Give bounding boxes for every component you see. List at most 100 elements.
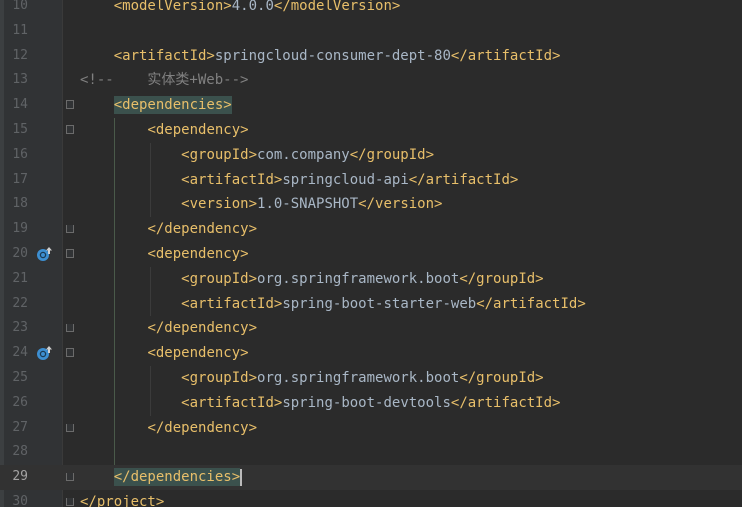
code-line[interactable]: 19 </dependency> — [0, 217, 742, 242]
xml-tag: </groupId> — [459, 370, 544, 386]
xml-tag: <dependency> — [147, 246, 249, 262]
xml-tag: </dependency> — [147, 419, 258, 436]
fold-end-marker-icon[interactable] — [66, 473, 74, 482]
fold-end-marker-icon[interactable] — [66, 423, 74, 432]
xml-tag: <artifactId> — [181, 295, 283, 312]
xml-text: org.springframework.boot — [257, 370, 460, 386]
xml-tag: </version> — [358, 196, 443, 213]
xml-text: springcloud-api — [282, 171, 409, 188]
fold-end-marker-icon[interactable] — [66, 225, 74, 234]
line-number: 14 — [12, 97, 28, 113]
xml-tag: <artifactId> — [181, 171, 283, 188]
matched-xml-tag: <dependencies> — [113, 96, 232, 115]
code-line[interactable]: 30 </project> — [0, 490, 742, 507]
override-up-arrow-icon[interactable] — [36, 246, 52, 262]
indentation — [80, 271, 181, 287]
code-line[interactable]: 25 <groupId>org.springframework.boot</gr… — [0, 366, 742, 391]
line-number: 15 — [12, 122, 28, 137]
text-caret — [240, 468, 243, 486]
fold-end-marker-icon[interactable] — [66, 498, 74, 506]
code-line[interactable]: 27 </dependency> — [0, 416, 742, 441]
line-number: 24 — [12, 345, 28, 361]
fold-end-marker-icon[interactable] — [66, 324, 74, 333]
matched-xml-tag: </dependencies> — [113, 468, 241, 487]
xml-tag: <groupId> — [181, 270, 258, 287]
code-line[interactable]: 14 <dependencies> — [0, 93, 742, 118]
line-number: 23 — [12, 320, 28, 336]
xml-tag: <dependency> — [147, 345, 249, 362]
code-line[interactable]: 28 — [0, 440, 742, 465]
xml-tag: </dependency> — [147, 320, 258, 337]
line-number: 19 — [12, 221, 28, 237]
code-text: <modelVersion>4.0.0</modelVersion> — [80, 0, 401, 19]
code-line[interactable]: 18 <version>1.0-SNAPSHOT</version> — [0, 192, 742, 217]
xml-tag: </artifactId> — [450, 394, 561, 411]
code-text: <dependency> — [80, 242, 249, 267]
line-number: 12 — [12, 47, 28, 63]
fold-collapse-marker-icon[interactable] — [66, 249, 74, 258]
line-number: 21 — [12, 270, 28, 286]
code-line[interactable]: 29 </dependencies> — [0, 465, 742, 490]
line-number: 25 — [12, 370, 28, 385]
indentation — [80, 296, 181, 312]
line-number: 29 — [12, 469, 28, 485]
code-text: <groupId>org.springframework.boot</group… — [80, 267, 544, 292]
code-line[interactable]: 20 <dependency> — [0, 242, 742, 267]
xml-tag: <artifactId> — [181, 394, 283, 411]
indentation — [80, 147, 181, 163]
xml-text: spring-boot-starter-web — [282, 295, 477, 312]
xml-tag: <groupId> — [181, 146, 258, 163]
code-line[interactable]: 21 <groupId>org.springframework.boot</gr… — [0, 267, 742, 292]
code-line[interactable]: 10 <modelVersion>4.0.0</modelVersion> — [0, 0, 742, 19]
fold-collapse-marker-icon[interactable] — [66, 100, 74, 110]
xml-tag: <dependency> — [147, 122, 249, 138]
xml-text: 4.0.0 — [231, 0, 274, 14]
code-text: </dependencies> — [80, 465, 243, 490]
override-up-arrow-icon[interactable] — [36, 345, 52, 361]
xml-tag: </groupId> — [459, 270, 544, 287]
code-line[interactable]: 17 <artifactId>springcloud-api</artifact… — [0, 168, 742, 193]
code-text: <artifactId>springcloud-api</artifactId> — [80, 168, 518, 193]
line-number: 11 — [12, 22, 28, 38]
code-text: <groupId>com.company</groupId> — [80, 143, 434, 168]
line-number: 22 — [12, 295, 28, 311]
code-line[interactable]: 24 <dependency> — [0, 341, 742, 366]
code-text: </dependency> — [80, 316, 257, 341]
line-number: 20 — [12, 246, 28, 261]
fold-collapse-marker-icon[interactable] — [66, 125, 74, 134]
code-line[interactable]: 16 <groupId>com.company</groupId> — [0, 143, 742, 168]
code-line[interactable]: 15 <dependency> — [0, 118, 742, 143]
line-number: 27 — [12, 419, 28, 435]
xml-text: com.company — [257, 146, 350, 163]
xml-tag: </artifactId> — [476, 295, 586, 312]
code-text: <!-- 实体类+Web--> — [80, 68, 248, 93]
code-text: </dependency> — [80, 416, 257, 441]
code-line[interactable]: 22 <artifactId>spring-boot-starter-web</… — [0, 292, 742, 317]
xml-text: spring-boot-devtools — [282, 394, 451, 411]
code-line[interactable]: 12 <artifactId>springcloud-consumer-dept… — [0, 44, 742, 69]
code-line[interactable]: 11 — [0, 19, 742, 44]
code-text: <dependencies> — [80, 93, 232, 118]
xml-text: 1.0-SNAPSHOT — [257, 196, 359, 213]
xml-tag: <modelVersion> — [113, 0, 232, 14]
indentation — [80, 320, 147, 336]
code-text: <version>1.0-SNAPSHOT</version> — [80, 192, 442, 217]
indentation — [80, 345, 147, 361]
xml-tag: </project> — [80, 494, 165, 507]
indentation — [80, 469, 114, 485]
indentation — [80, 246, 147, 262]
code-text: </project> — [80, 490, 164, 507]
code-line[interactable]: 13 <!-- 实体类+Web--> — [0, 68, 742, 93]
xml-tag: <version> — [181, 196, 258, 213]
code-line[interactable]: 26 <artifactId>spring-boot-devtools</art… — [0, 391, 742, 416]
line-number: 10 — [12, 0, 28, 13]
code-line[interactable]: 23 </dependency> — [0, 316, 742, 341]
xml-text: org.springframework.boot — [257, 270, 460, 287]
code-text: <dependency> — [80, 118, 249, 143]
line-number: 13 — [12, 72, 28, 88]
code-editor[interactable]: 10 <modelVersion>4.0.0</modelVersion> 11 1… — [0, 0, 742, 507]
indentation — [80, 122, 147, 138]
line-number: 18 — [12, 196, 28, 212]
fold-collapse-marker-icon[interactable] — [66, 348, 74, 358]
xml-tag: </groupId> — [349, 146, 435, 163]
